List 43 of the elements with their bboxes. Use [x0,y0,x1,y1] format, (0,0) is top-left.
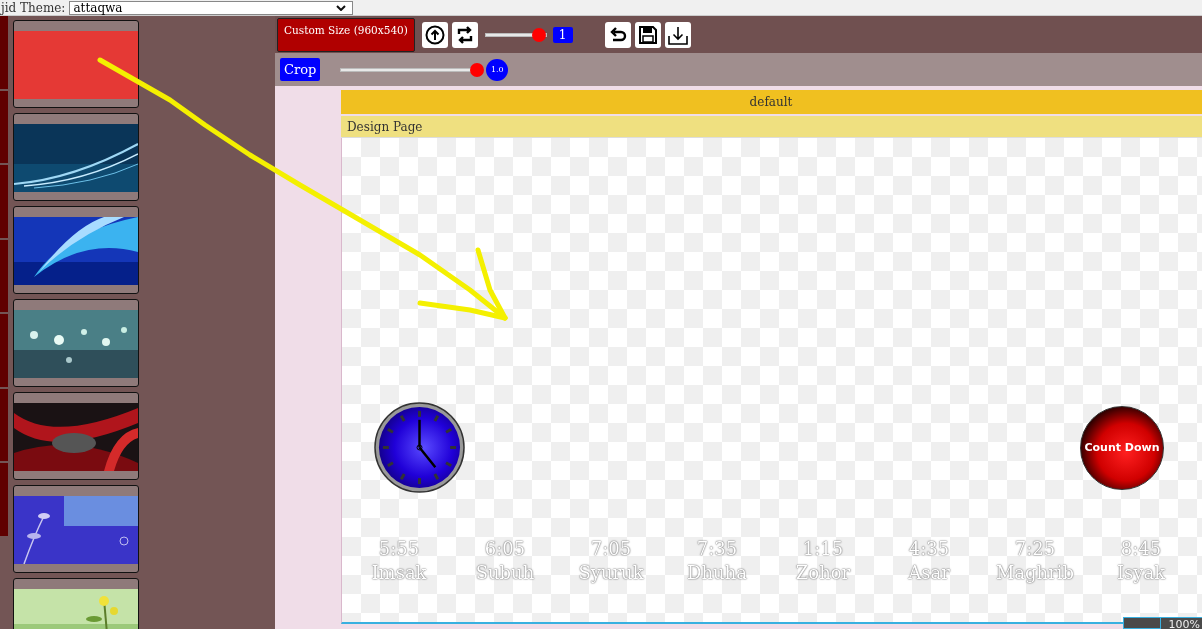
undo-button[interactable] [604,21,631,48]
page-title: Design Page [341,116,1202,138]
prayer-time: 8:45 [1120,537,1162,561]
crop-value: 1.0 [486,58,509,81]
prayer-time: 7:35 [696,537,738,561]
prayer-time: 4:35 [908,537,950,561]
upload-button[interactable] [421,21,448,48]
prayer-name: Syuruk [578,561,644,585]
prayer-time: 7:25 [1014,537,1056,561]
prayer-time: 7:05 [590,537,632,561]
prayer-name: Asar [908,561,950,585]
layout-header: default [341,90,1202,114]
prayer-name: Subuh [475,561,535,585]
prayer-time: 6:05 [484,537,526,561]
background-thumbnail[interactable] [13,299,139,387]
prayer-name: Maghrib [995,561,1075,585]
chevron-down-icon [336,4,347,11]
background-thumbnail[interactable] [13,20,139,108]
download-button[interactable] [664,21,691,48]
prayer-time: 1:15 [802,537,844,561]
background-thumbnail[interactable] [13,113,139,201]
zoom-value: 1 [552,26,573,43]
zoom-slider[interactable] [484,27,547,42]
canvas-size-button[interactable]: Custom Size (960x540) [277,17,415,52]
prayer-name: Dhuha [687,561,747,585]
background-thumbnail[interactable] [13,392,139,480]
prayer-time: 5:55 [378,537,420,561]
clock-drawing[interactable] [374,402,465,493]
background-thumbnail[interactable] [13,485,139,573]
theme-select[interactable]: attaqwa [69,0,354,15]
save-icon [637,24,658,45]
prayer-name: Imsak [371,561,427,585]
theme-label: jid Theme: [1,0,66,15]
prayer-name: Isyak [1116,561,1166,585]
crop-slider[interactable] [340,62,482,77]
refresh-button[interactable] [451,21,478,48]
background-thumbnail[interactable] [13,206,139,294]
crop-button[interactable]: Crop [280,58,321,81]
countdown-widget[interactable]: Count Down [1080,405,1164,490]
save-button[interactable] [634,21,661,48]
upload-icon [424,24,445,45]
prayer-name: Zohor [795,561,851,585]
zoom-percent: 100% [1160,617,1202,629]
